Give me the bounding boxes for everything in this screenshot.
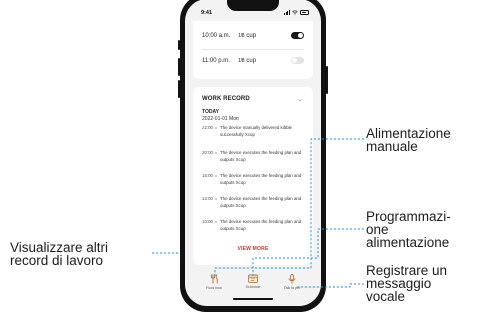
callout-text: alimentazione [366, 235, 450, 250]
callout-line-voice-message [296, 283, 364, 288]
callout-text: vocale [366, 289, 406, 304]
callout-view-more-records: Visualizzare altri record di lavoro [10, 241, 108, 268]
callout-line-manual-feeding [214, 138, 364, 276]
callout-line-feeding-schedule [252, 228, 364, 276]
callout-text: manuale [366, 139, 418, 154]
callout-manual-feeding: Alimentazione manuale [366, 127, 451, 154]
callout-voice-message: Registrare un messaggio vocale [366, 264, 447, 304]
callout-text: record di lavoro [10, 253, 104, 268]
callout-feeding-schedule: Programmazi- one alimentazione [366, 210, 451, 250]
